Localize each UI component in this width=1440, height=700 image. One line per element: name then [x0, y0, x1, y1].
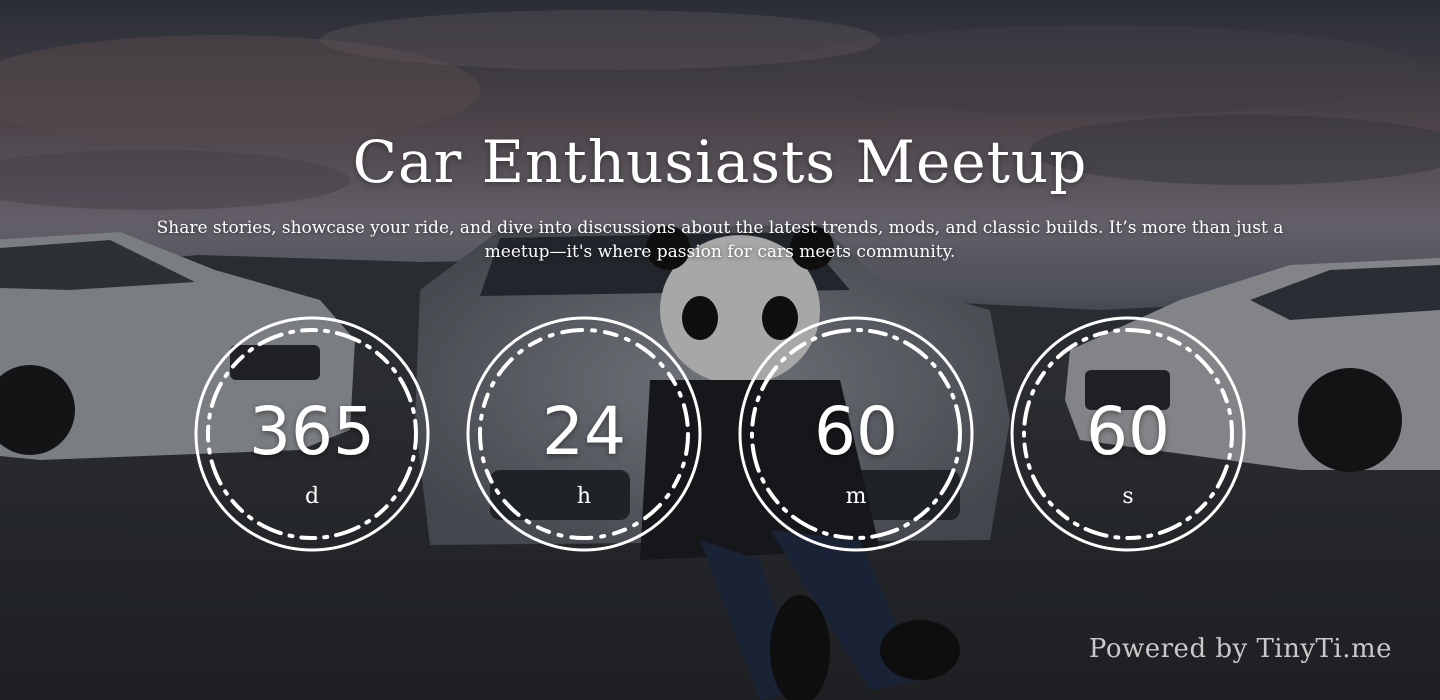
countdown-seconds-value: 60 — [1086, 393, 1170, 470]
countdown-minutes-value: 60 — [814, 393, 898, 470]
countdown-hours: 24 h — [464, 314, 704, 554]
countdown-days: 365 d — [192, 314, 432, 554]
countdown-hours-value: 24 — [542, 393, 626, 470]
countdown-days-value: 365 — [249, 393, 375, 470]
powered-by-link[interactable]: Powered by TinyTi.me — [1089, 634, 1392, 664]
countdown-minutes: 60 m — [736, 314, 976, 554]
event-description: Share stories, showcase your ride, and d… — [156, 218, 1284, 262]
countdown-hours-unit: h — [576, 484, 592, 509]
countdown-seconds-unit: s — [1122, 484, 1134, 509]
countdown-days-unit: d — [304, 484, 320, 509]
countdown-minutes-unit: m — [845, 484, 867, 509]
countdown-seconds: 60 s — [1008, 314, 1248, 554]
event-title: Car Enthusiasts Meetup — [352, 128, 1088, 196]
